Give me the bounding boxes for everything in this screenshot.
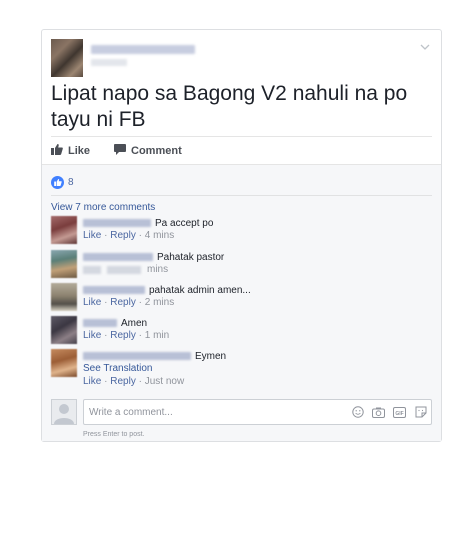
comment-reply-link[interactable]: Reply: [110, 297, 136, 308]
meta-separator: ·: [138, 330, 142, 341]
comment-like-link[interactable]: Like: [83, 297, 101, 308]
commenter-name-redacted[interactable]: [83, 286, 145, 294]
comment-reply-link[interactable]: Reply: [110, 376, 136, 387]
see-translation-link[interactable]: See Translation: [83, 363, 153, 374]
action-bar: Like Comment: [51, 142, 206, 160]
view-more-comments-link[interactable]: View 7 more comments: [51, 202, 155, 213]
meta-separator: ·: [104, 330, 108, 341]
comment-like-link[interactable]: Like: [83, 376, 101, 387]
comment-time[interactable]: Just now: [145, 376, 184, 387]
comment-body: Pahatak pastor: [83, 251, 224, 263]
post-time-redacted: [91, 59, 127, 66]
comment-like-link[interactable]: Like: [83, 330, 101, 341]
meta-separator: ·: [138, 230, 142, 241]
reaction-count[interactable]: 8: [68, 177, 74, 188]
redacted-meta: [107, 265, 141, 274]
comment-input[interactable]: [84, 401, 343, 423]
meta-separator: ·: [104, 230, 108, 241]
current-user-avatar: [51, 399, 77, 425]
actions-divider: [51, 136, 432, 137]
post-card: Lipat napo sa Bagong V2 nahuli na po tay…: [41, 29, 442, 442]
comment-item: pahatak admin amen... Like · Reply · 2 m…: [51, 283, 432, 315]
chevron-down-icon[interactable]: [418, 42, 432, 52]
comment-time[interactable]: 4 mins: [145, 230, 174, 241]
comment-reply-link[interactable]: Reply: [110, 330, 136, 341]
comment-time[interactable]: 1 min: [145, 330, 169, 341]
like-button[interactable]: Like: [51, 144, 90, 158]
meta-separator: ·: [138, 297, 142, 308]
comment-item: Pa accept po Like · Reply · 4 mins: [51, 216, 432, 248]
comment-label: Comment: [131, 145, 182, 157]
svg-text:GIF: GIF: [395, 410, 403, 416]
like-reaction-icon: [51, 175, 64, 189]
comment-item: Pahatak pastor mins: [51, 250, 432, 282]
reactions-divider: [51, 195, 432, 196]
author-name-redacted[interactable]: [91, 45, 195, 54]
comment-like-link[interactable]: Like: [83, 230, 101, 241]
thumbs-up-icon: [51, 144, 68, 158]
commenter-name-redacted[interactable]: [83, 352, 191, 360]
composer-icons: GIF: [343, 406, 427, 419]
comment-button[interactable]: Comment: [114, 144, 182, 158]
comment-text: pahatak admin amen...: [149, 284, 251, 296]
comment-time[interactable]: mins: [147, 264, 168, 275]
post-header: [51, 39, 432, 79]
comment-meta: Like · Reply · 1 min: [83, 330, 169, 341]
comment-body: Pa accept po: [83, 217, 213, 229]
like-label: Like: [68, 145, 91, 157]
composer-hint: Press Enter to post.: [83, 431, 145, 438]
comment-composer: GIF: [51, 399, 432, 427]
comment-input-box: GIF: [83, 399, 432, 425]
meta-separator: ·: [138, 376, 142, 387]
gif-icon[interactable]: GIF: [393, 406, 406, 419]
comment-reply-link[interactable]: Reply: [110, 230, 136, 241]
meta-separator: ·: [104, 376, 108, 387]
comment-body: Eymen: [83, 350, 226, 362]
comment-text: Pa accept po: [155, 217, 214, 229]
meta-separator: ·: [104, 297, 108, 308]
comment-meta: Like · Reply · Just now: [83, 376, 184, 387]
comment-text: Amen: [121, 317, 148, 329]
commenter-avatar[interactable]: [51, 349, 77, 377]
camera-icon[interactable]: [372, 406, 385, 419]
comment-meta: Like · Reply · 4 mins: [83, 230, 174, 241]
comment-item: Amen Like · Reply · 1 min: [51, 316, 432, 348]
comment-text: Eymen: [195, 350, 227, 362]
commenter-name-redacted[interactable]: [83, 319, 117, 327]
comment-bubble-icon: [114, 144, 131, 158]
commenter-avatar[interactable]: [51, 216, 77, 244]
redacted-meta: [83, 265, 101, 274]
commenter-name-redacted[interactable]: [83, 253, 153, 261]
comment-item: Eymen See Translation Like · Reply · Jus…: [51, 349, 432, 391]
commenter-avatar[interactable]: [51, 316, 77, 344]
comments-section: 8 View 7 more comments Pa accept po Like…: [42, 164, 441, 441]
commenter-name-redacted[interactable]: [83, 219, 151, 227]
comment-time[interactable]: 2 mins: [145, 297, 174, 308]
comment-body: Amen: [83, 317, 147, 329]
commenter-avatar[interactable]: [51, 250, 77, 278]
author-avatar[interactable]: [51, 39, 83, 77]
post-text: Lipat napo sa Bagong V2 nahuli na po tay…: [51, 82, 408, 131]
comment-meta: Like · Reply · 2 mins: [83, 297, 174, 308]
comment-body: pahatak admin amen...: [83, 284, 251, 296]
emoji-icon[interactable]: [351, 406, 364, 419]
reactions-summary[interactable]: 8: [51, 175, 74, 189]
comment-text: Pahatak pastor: [157, 251, 225, 263]
sticker-icon[interactable]: [414, 406, 427, 419]
commenter-avatar[interactable]: [51, 283, 77, 311]
comment-translation: See Translation: [83, 363, 153, 374]
comment-meta: mins: [83, 264, 168, 275]
